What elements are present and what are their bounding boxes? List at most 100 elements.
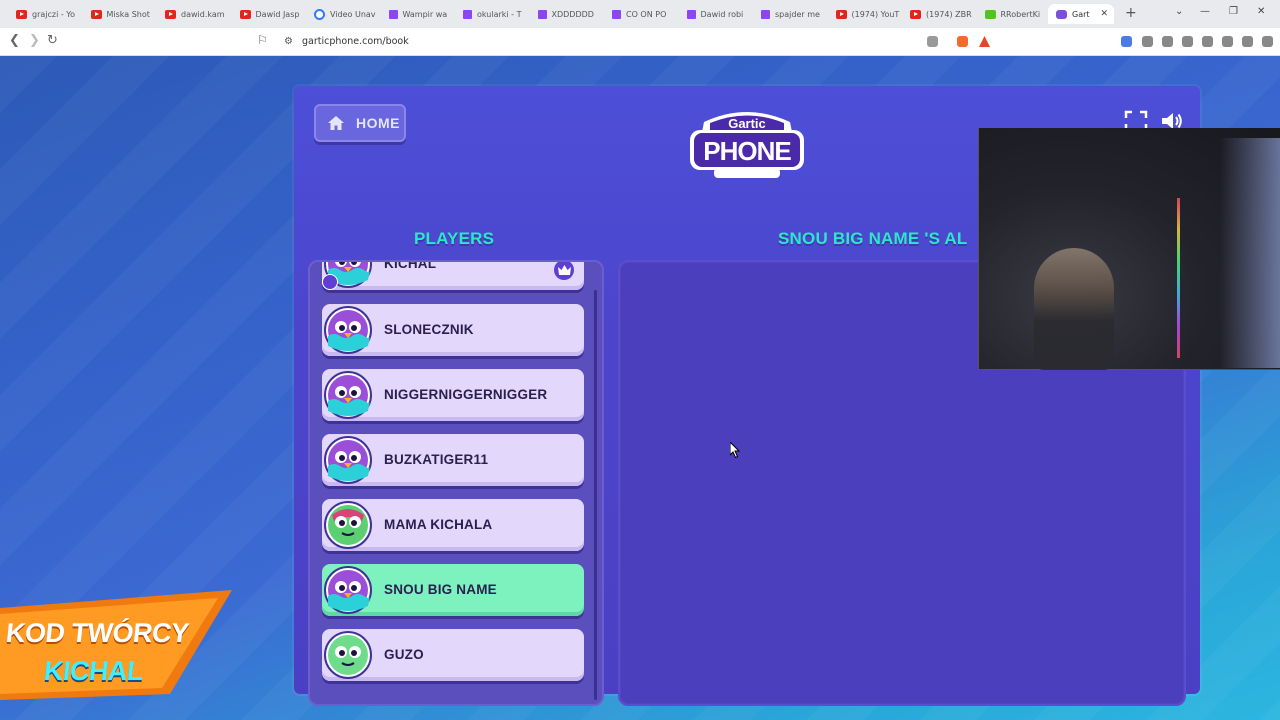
tab-search-icon[interactable]: ⌄	[1175, 6, 1183, 17]
close-tab-icon[interactable]: ✕	[1100, 9, 1108, 19]
home-button[interactable]: HOME	[314, 104, 406, 142]
browser-tab[interactable]: Dawid Jasp	[232, 4, 306, 24]
kick-icon	[984, 9, 996, 19]
player-card[interactable]: KICHAL	[322, 262, 584, 290]
players-scrollbar[interactable]	[594, 290, 597, 700]
twitch-icon	[761, 9, 770, 19]
player-card[interactable]: MAMA KICHALA	[322, 499, 584, 551]
player-name: MAMA KICHALA	[384, 517, 493, 532]
youtube-icon	[16, 9, 27, 19]
browser-tab[interactable]: spajder me	[753, 4, 827, 24]
tab-label: Dawid robi	[700, 9, 744, 19]
tab-label: Gart	[1072, 9, 1090, 19]
browser-tab[interactable]: CO ON PO	[604, 4, 678, 24]
bookmark-icon[interactable]: ⚐	[257, 33, 268, 47]
sidebar-icon[interactable]	[1182, 36, 1193, 47]
creator-code-name: KICHAL	[42, 656, 145, 686]
minimize-icon[interactable]: —	[1200, 6, 1210, 17]
player-card[interactable]: SLONECZNIK	[322, 304, 584, 356]
players-title: PLAYERS	[414, 229, 495, 248]
twitch-icon	[388, 9, 398, 19]
url-text: garticphone.com/book	[302, 36, 409, 47]
webcam-overlay	[978, 128, 1280, 370]
twitch-icon	[537, 9, 547, 19]
player-avatar-icon	[324, 501, 372, 549]
player-card[interactable]: NIGGERNIGGERNIGGER	[322, 369, 584, 421]
tab-label: spajder me	[775, 9, 820, 19]
player-name: NIGGERNIGGERNIGGER	[384, 387, 548, 402]
logo-text-top: Gartic	[728, 116, 766, 131]
album-title: SNOU BIG NAME 'S AL	[778, 229, 968, 248]
browser-tab[interactable]: XDDDDDD	[530, 4, 604, 24]
player-card[interactable]: BUZKATIGER11	[322, 434, 584, 486]
player-card[interactable]: GUZO	[322, 629, 584, 681]
extension-translate-icon[interactable]	[1121, 36, 1132, 47]
browser-tab[interactable]: Wampir wa	[381, 4, 455, 24]
player-card[interactable]: SNOU BIG NAME	[322, 564, 584, 616]
reload-icon[interactable]: ↻	[47, 33, 58, 48]
tab-label: XDDDDDD	[551, 9, 594, 19]
leo-icon[interactable]	[1222, 36, 1233, 47]
creator-code-label: KOD TWÓRCY	[4, 618, 191, 648]
mouse-cursor-icon	[730, 442, 740, 458]
player-name: GUZO	[384, 647, 424, 662]
browser-tab[interactable]: (1974) YouT	[828, 4, 902, 24]
browser-tab[interactable]: Miska Shot	[83, 4, 157, 24]
tab-label: (1974) YouT	[851, 9, 900, 19]
new-tab-button[interactable]: +	[1125, 5, 1137, 21]
player-name: SLONECZNIK	[384, 322, 474, 337]
players-list[interactable]: KICHAL SLONECZNIK NIGGERNIGGERNIGGER BUZKAT…	[308, 260, 604, 706]
youtube-icon	[835, 9, 847, 19]
youtube-icon	[165, 9, 176, 19]
tab-active[interactable]: Gart ✕	[1048, 4, 1114, 24]
globe-icon	[314, 8, 325, 20]
tab-label: Wampir wa	[402, 9, 448, 19]
tab-label: Miska Shot	[106, 9, 150, 19]
browser-tab[interactable]: RRobertKi	[977, 4, 1051, 24]
browser-tab-bar: grajczi - Yo Miska Shot dawid.kam Dawid Jas…	[0, 0, 1280, 28]
browser-tab[interactable]: okularki - T	[455, 4, 529, 24]
browser-tab[interactable]: Video Unav	[306, 4, 380, 24]
player-avatar-icon	[324, 631, 372, 679]
url-field[interactable]: ⚙ garticphone.com/book	[276, 32, 996, 52]
tab-label: grajczi - Yo	[32, 9, 76, 19]
twitch-icon	[686, 9, 696, 19]
tab-label: Dawid Jasp	[255, 9, 300, 19]
back-icon[interactable]: ❮	[9, 33, 20, 48]
tab-label: dawid.kam	[181, 9, 225, 19]
player-name: SNOU BIG NAME	[384, 582, 497, 597]
webcam-person	[1034, 248, 1114, 370]
wallet-icon[interactable]	[1202, 36, 1213, 47]
menu-icon[interactable]	[1262, 36, 1273, 47]
tab-label: RRobertKi	[1000, 9, 1041, 19]
player-avatar-icon	[324, 306, 372, 354]
gartic-icon	[1056, 9, 1067, 19]
player-avatar-icon	[324, 566, 372, 614]
forward-icon[interactable]: ❯	[29, 33, 40, 48]
gartic-phone-logo: Gartic PHONE	[690, 112, 804, 178]
tab-label: (1974) ZBR	[926, 9, 972, 19]
tab-label: okularki - T	[477, 9, 522, 19]
crown-icon	[554, 262, 574, 280]
restore-icon[interactable]: ❐	[1229, 6, 1238, 17]
extensions-icon[interactable]	[1142, 36, 1153, 47]
close-window-icon[interactable]: ✕	[1257, 6, 1265, 17]
browser-tab[interactable]: grajczi - Yo	[8, 4, 82, 24]
browser-tab[interactable]: Dawid robi	[679, 4, 753, 24]
music-icon[interactable]	[1162, 36, 1173, 47]
youtube-icon	[910, 9, 921, 19]
vpn-icon[interactable]	[1242, 36, 1253, 47]
browser-tab[interactable]: (1974) ZBR	[902, 4, 976, 24]
site-info-icon[interactable]: ⚙	[284, 36, 293, 47]
logo-text-bottom: PHONE	[703, 136, 791, 166]
brave-shield-icon[interactable]	[957, 36, 968, 47]
player-avatar-icon	[324, 436, 372, 484]
home-label: HOME	[356, 115, 400, 131]
browser-tab[interactable]: dawid.kam	[157, 4, 231, 24]
twitch-icon	[612, 9, 621, 19]
player-avatar-icon	[324, 371, 372, 419]
translate-icon[interactable]	[927, 36, 938, 47]
tab-label: Video Unav	[330, 9, 376, 19]
user-icon	[322, 274, 338, 290]
address-bar: ❮ ❯ ↻ ⚐ ⚙ garticphone.com/book	[0, 28, 1280, 56]
